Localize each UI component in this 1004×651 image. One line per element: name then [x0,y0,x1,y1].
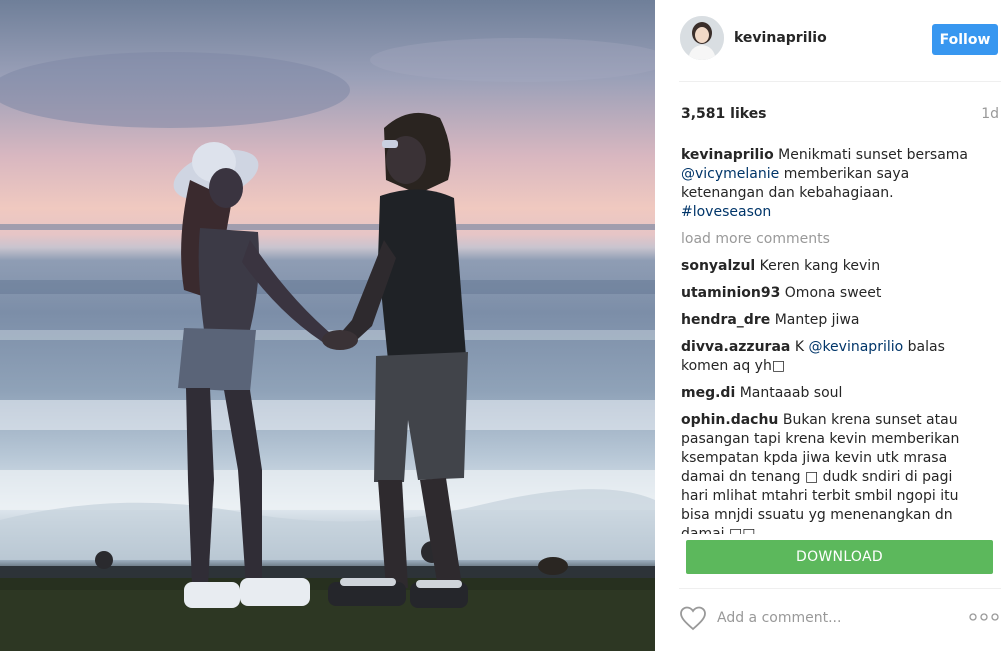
post-panel: kevinaprilio Follow 3,581 likes 1d kevin… [655,0,1004,651]
comment-text: Mantep jiwa [774,312,860,328]
download-button[interactable]: DOWNLOAD [686,540,993,574]
comment-username[interactable]: sonyalzul [681,258,755,274]
comment-text: Omona sweet [784,285,882,301]
comment-text: Bukan krena sunset atau pasangan tapi kr… [681,412,960,534]
more-options-icon[interactable] [969,613,999,621]
comment-text: Mantaaab soul [739,385,843,401]
heart-icon[interactable] [679,605,707,631]
comment-item: divva.azzuraa K @kevinaprilio balas kome… [681,338,981,376]
comment-username[interactable]: meg.di [681,385,735,401]
post-age[interactable]: 1d [981,106,999,122]
author-username[interactable]: kevinaprilio [734,30,827,46]
comments-list: kevinaprilio Menikmati sunset bersama @v… [681,146,981,534]
comment-item: hendra_dre Mantep jiwa [681,311,981,330]
caption-username[interactable]: kevinaprilio [681,147,774,163]
comment-username[interactable]: ophin.dachu [681,412,778,428]
comment-username[interactable]: divva.azzuraa [681,339,790,355]
likes-row: 3,581 likes 1d [681,106,999,126]
caption-hashtag-link[interactable]: #loveseason [681,204,771,220]
comment-text: K [794,339,809,355]
profile-avatar-icon [680,16,724,60]
caption-mention-link[interactable]: @vicymelanie [681,166,779,182]
add-comment-input[interactable] [717,607,957,629]
comment-username[interactable]: hendra_dre [681,312,770,328]
comment-item: sonyalzul Keren kang kevin [681,257,981,276]
sunset-couple-image [0,38,655,651]
caption: kevinaprilio Menikmati sunset bersama @v… [681,146,981,222]
comment-username[interactable]: utaminion93 [681,285,780,301]
comment-footer [679,588,1001,648]
comment-item: meg.di Mantaaab soul [681,384,981,403]
comment-item: utaminion93 Omona sweet [681,284,981,303]
author-avatar[interactable] [680,16,724,60]
follow-button[interactable]: Follow [932,24,998,55]
comment-item: ophin.dachu Bukan krena sunset atau pasa… [681,411,981,534]
likes-count[interactable]: 3,581 likes [681,106,767,122]
caption-text-part1: Menikmati sunset bersama [778,147,969,163]
comment-mention-link[interactable]: @kevinaprilio [808,339,903,355]
post-header: kevinaprilio Follow [679,16,1001,82]
post-photo [0,0,655,651]
comment-text: Keren kang kevin [759,258,881,274]
load-more-comments-link[interactable]: load more comments [681,230,981,249]
